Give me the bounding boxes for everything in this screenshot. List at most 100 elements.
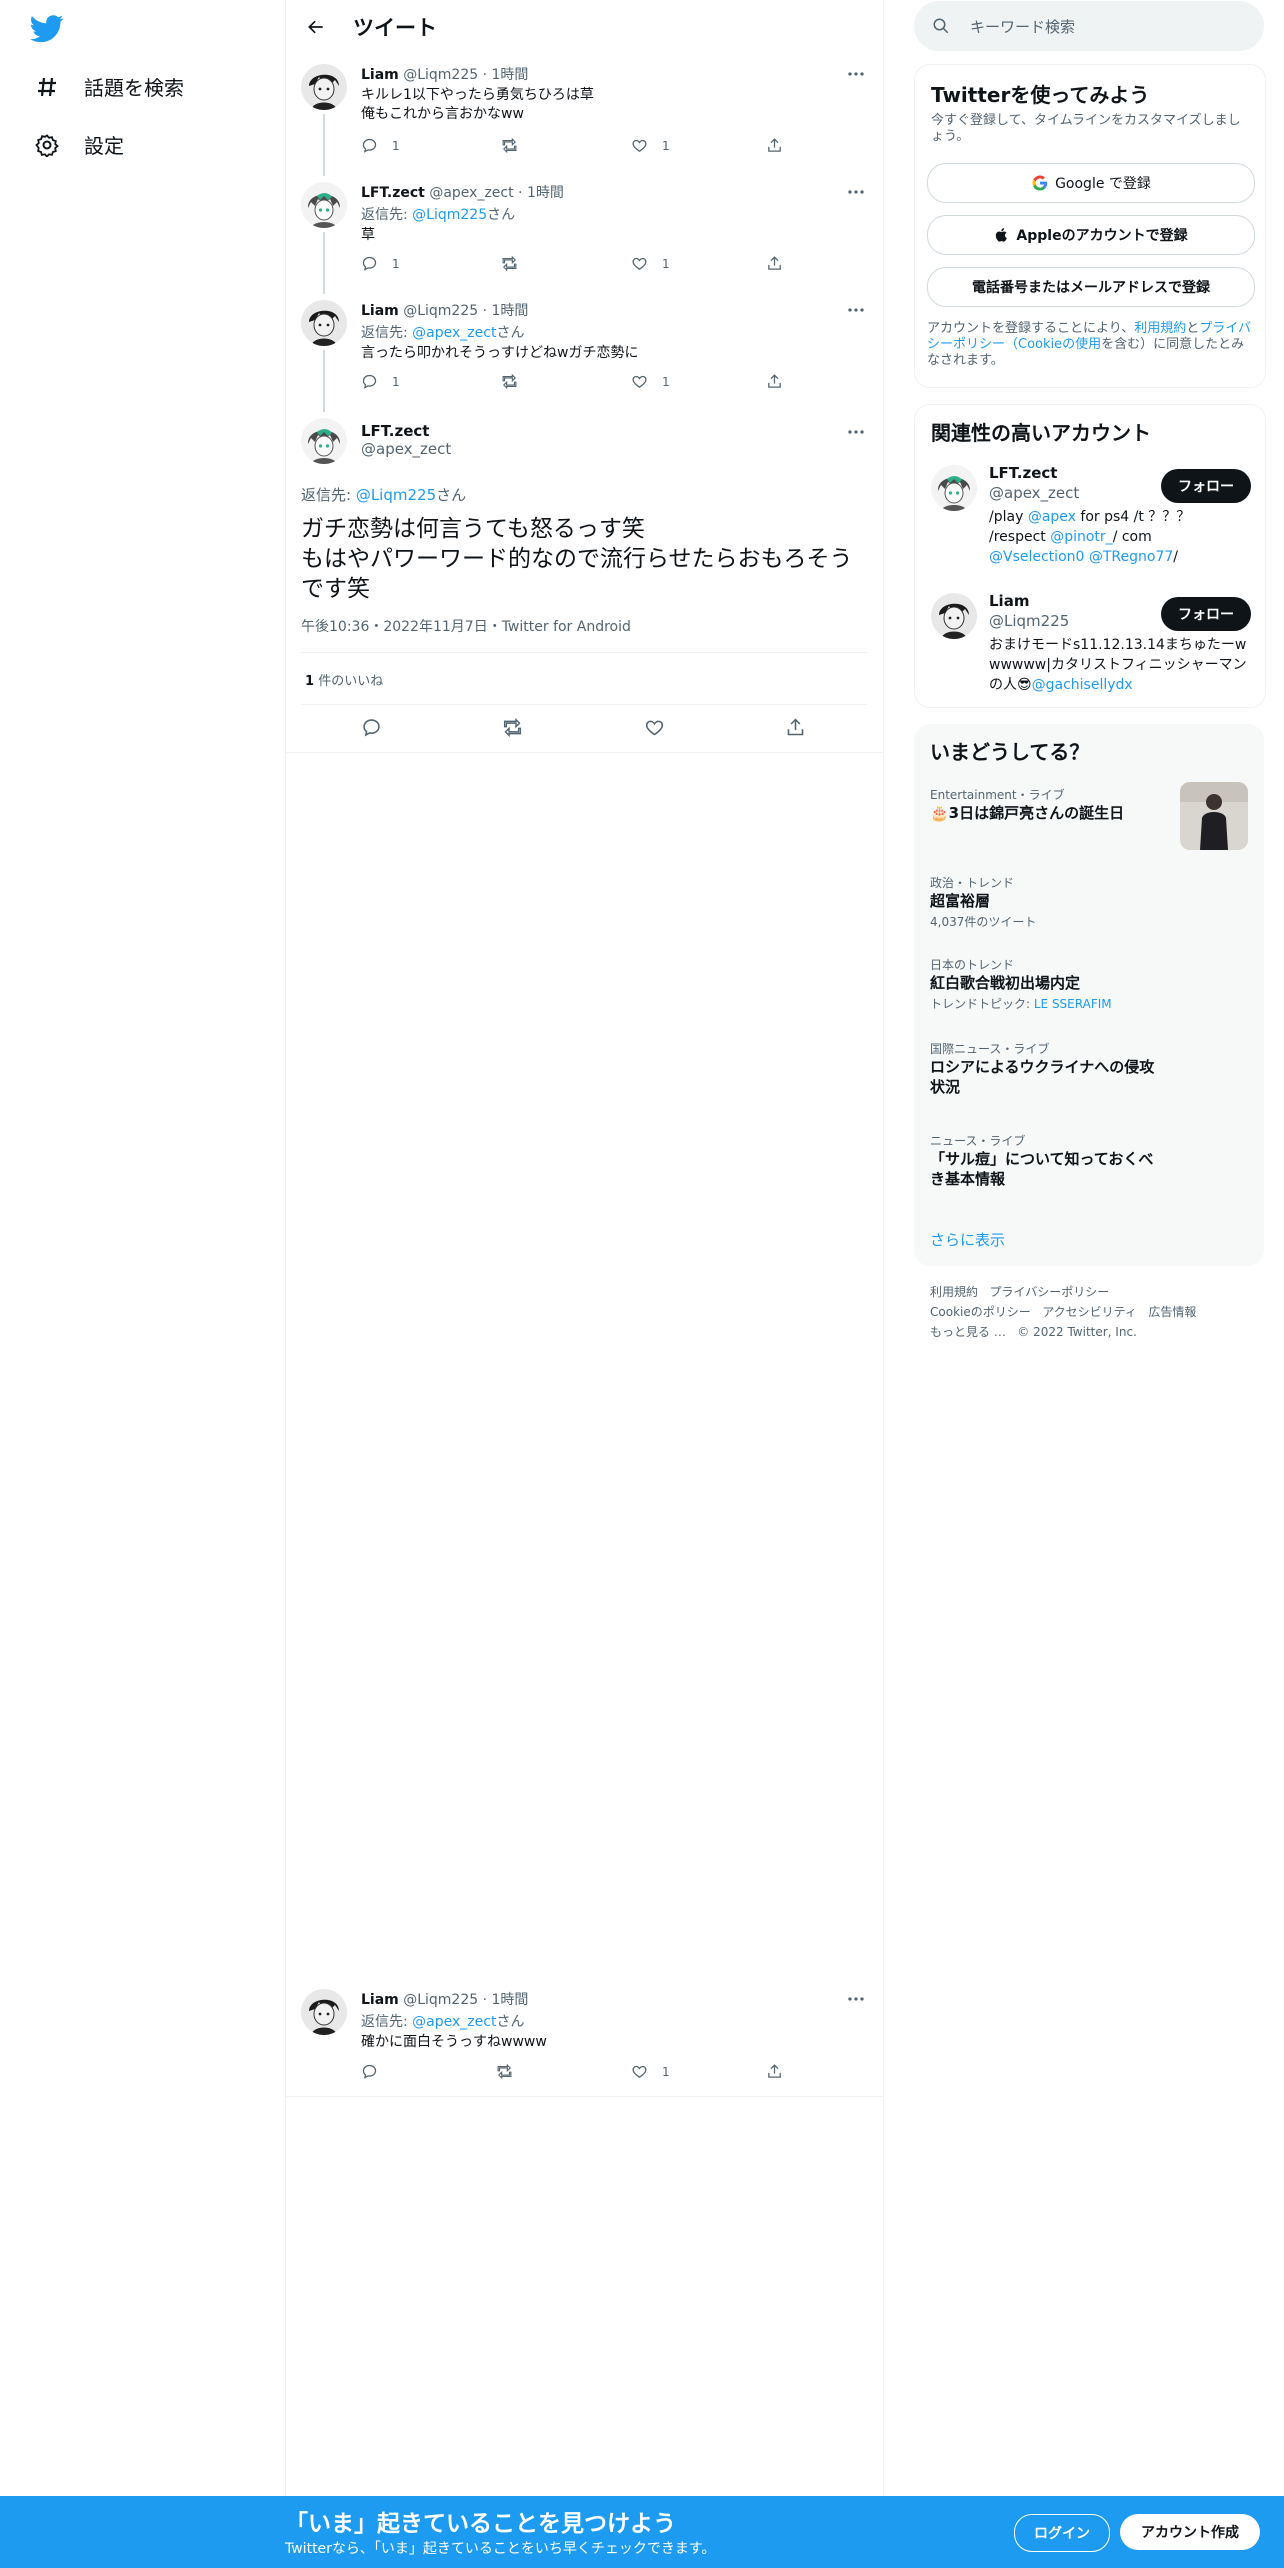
reply-to-link[interactable]: @apex_zect — [412, 325, 496, 341]
google-signup-button[interactable]: Google で登録 — [927, 163, 1255, 203]
retweet-button[interactable] — [496, 2063, 527, 2080]
trend-item[interactable]: 国際ニュース・ライブ ロシアによるウクライナへの侵攻状況 — [930, 1040, 1250, 1097]
reply-suffix: さん — [436, 486, 467, 504]
more-icon[interactable] — [845, 67, 867, 81]
share-button[interactable] — [766, 2063, 797, 2080]
thread-tweet[interactable]: Liam @Liqm225 · 1時間 キルレ1以下やったら勇気ちひろは草 俺も… — [285, 58, 883, 174]
twitter-logo-icon[interactable] — [30, 14, 64, 44]
bio-link[interactable]: @gachisellydx — [1032, 677, 1133, 693]
footer-more-link[interactable]: もっと見る … — [930, 1325, 1006, 1339]
avatar[interactable] — [301, 64, 347, 110]
footer-terms-link[interactable]: 利用規約 — [930, 1285, 978, 1299]
bio-text: / com — [1112, 529, 1152, 545]
tweet-timestamp[interactable]: 午後10:36・2022年11月7日・Twitter for Android — [301, 616, 631, 636]
bio-link[interactable]: @pinotr_ — [1050, 529, 1112, 545]
follow-button[interactable]: フォロー — [1161, 597, 1251, 631]
footer-privacy-link[interactable]: プライバシーポリシー — [989, 1285, 1109, 1299]
reply-to-link[interactable]: @Liqm225 — [412, 207, 487, 223]
terms-link[interactable]: 利用規約 — [1134, 321, 1186, 336]
reply-button[interactable]: 1 — [361, 373, 400, 390]
hashtag-icon — [34, 74, 60, 100]
bio-link[interactable]: @apex — [1028, 509, 1076, 525]
reply-button[interactable]: 1 — [361, 137, 400, 154]
like-button[interactable]: 1 — [631, 373, 670, 390]
reply-button[interactable] — [361, 717, 396, 738]
share-button[interactable] — [785, 717, 820, 738]
tweet-time[interactable]: 1時間 — [492, 67, 529, 83]
footer-ads-link[interactable]: 広告情報 — [1148, 1305, 1196, 1319]
share-button[interactable] — [766, 137, 797, 154]
like-button[interactable]: 1 — [631, 255, 670, 272]
author-name[interactable]: Liam — [361, 1992, 399, 2008]
thread-tweet[interactable]: Liam @Liqm225 · 1時間 返信先: @apex_zectさん 言っ… — [285, 284, 883, 410]
trend-topic-link[interactable]: LE SSERAFIM — [1034, 997, 1112, 1011]
nav-explore[interactable]: 話題を検索 — [34, 72, 184, 101]
author-handle[interactable]: @Liqm225 — [403, 303, 478, 319]
terms-and: と — [1186, 321, 1200, 336]
like-button[interactable]: 1 — [631, 2063, 670, 2080]
more-icon[interactable] — [845, 425, 867, 439]
avatar[interactable] — [931, 593, 977, 639]
author-handle[interactable]: @Liqm225 — [403, 67, 478, 83]
phone-email-signup-button[interactable]: 電話番号またはメールアドレスで登録 — [927, 267, 1255, 307]
reply-tweet[interactable]: Liam @Liqm225 · 1時間 返信先: @apex_zectさん 確か… — [285, 1983, 883, 2093]
search-bar[interactable]: キーワード検索 — [914, 1, 1264, 51]
reply-to-link[interactable]: @apex_zect — [412, 2014, 496, 2030]
bio-link[interactable]: @TRegno77 — [1089, 549, 1173, 565]
retweet-button[interactable] — [501, 373, 532, 390]
author-name[interactable]: LFT.zect — [361, 422, 451, 440]
trend-thumbnail[interactable] — [1180, 782, 1248, 850]
retweet-button[interactable] — [501, 255, 532, 272]
more-icon[interactable] — [845, 303, 867, 317]
reply-button[interactable]: 1 — [361, 255, 400, 272]
trend-category: 国際ニュース・ライブ — [930, 1042, 1050, 1056]
share-button[interactable] — [766, 255, 797, 272]
tweet-time[interactable]: 1時間 — [492, 303, 529, 319]
signup-title: Twitterを使ってみよう — [931, 83, 1150, 107]
author-handle[interactable]: @apex_zect — [429, 185, 513, 201]
trend-subtext: 4,037件のツイート — [930, 915, 1037, 929]
thread-tweet[interactable]: LFT.zect @apex_zect · 1時間 返信先: @Liqm225さ… — [285, 166, 883, 292]
tweet-time[interactable]: 1時間 — [492, 1992, 529, 2008]
avatar[interactable] — [301, 1989, 347, 2035]
follow-button[interactable]: フォロー — [1161, 469, 1251, 503]
signup-button[interactable]: アカウント作成 — [1120, 2514, 1260, 2550]
author-name[interactable]: LFT.zect — [361, 185, 425, 201]
like-button[interactable] — [644, 717, 679, 738]
more-icon[interactable] — [845, 1992, 867, 2006]
retweet-button[interactable] — [502, 717, 537, 738]
author-handle[interactable]: @Liqm225 — [403, 1992, 478, 2008]
avatar[interactable] — [301, 418, 347, 464]
share-button[interactable] — [766, 373, 797, 390]
divider — [285, 2096, 883, 2097]
like-button[interactable]: 1 — [631, 137, 670, 154]
search-input[interactable]: キーワード検索 — [970, 16, 1075, 37]
trend-item[interactable]: ニュース・ライブ 「サル痘」について知っておくべき基本情報 — [930, 1132, 1250, 1189]
page-header: ツイート — [285, 0, 883, 53]
apple-signup-button[interactable]: Appleのアカウントで登録 — [927, 215, 1255, 255]
bio-link[interactable]: @Vselection0 — [989, 549, 1084, 565]
avatar[interactable] — [301, 300, 347, 346]
more-icon[interactable] — [845, 185, 867, 199]
trend-item[interactable]: 政治・トレンド 超富裕層 4,037件のツイート — [930, 874, 1250, 930]
nav-settings[interactable]: 設定 — [34, 130, 124, 159]
recommended-accounts-card: 関連性の高いアカウント LFT.zect @apex_zect /play @a… — [914, 404, 1266, 708]
author-name[interactable]: Liam — [361, 303, 399, 319]
avatar[interactable] — [931, 465, 977, 511]
reply-to-link[interactable]: @Liqm225 — [356, 486, 436, 504]
trend-item[interactable]: 日本のトレンド 紅白歌合戦初出場内定 トレンドトピック: LE SSERAFIM — [930, 956, 1250, 1012]
footer-accessibility-link[interactable]: アクセシビリティ — [1042, 1305, 1137, 1319]
divider — [301, 704, 867, 705]
footer-cookie-link[interactable]: Cookieのポリシー — [930, 1305, 1031, 1319]
author-handle[interactable]: @apex_zect — [361, 440, 451, 458]
avatar[interactable] — [301, 182, 347, 228]
show-more-link[interactable]: さらに表示 — [930, 1229, 1005, 1250]
likes-summary[interactable]: 1 件のいいね — [305, 670, 383, 689]
back-arrow-icon[interactable] — [299, 10, 333, 44]
reply-button[interactable] — [361, 2063, 392, 2080]
login-button[interactable]: ログイン — [1014, 2514, 1110, 2552]
tweet-time[interactable]: 1時間 — [527, 185, 564, 201]
author-name[interactable]: Liam — [361, 67, 399, 83]
retweet-button[interactable] — [501, 137, 532, 154]
google-signup-label: Google で登録 — [1055, 176, 1151, 192]
